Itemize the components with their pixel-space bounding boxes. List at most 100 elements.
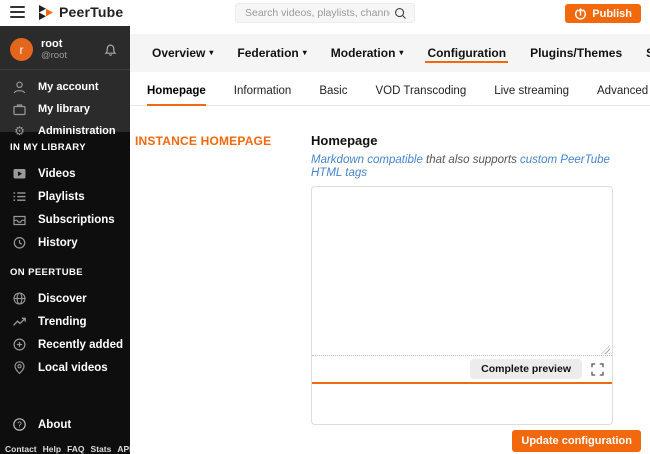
admin-nav: Overview ▾ Federation ▾ Moderation ▾ Con… — [130, 34, 650, 72]
user-icon — [12, 80, 27, 95]
update-configuration-button[interactable]: Update configuration — [512, 430, 641, 452]
divider — [0, 69, 130, 70]
sidebar-item-label: About — [38, 418, 72, 431]
section-title: IN MY LIBRARY — [10, 142, 86, 153]
video-icon — [12, 166, 27, 181]
sidebar-item-label: Local videos — [38, 361, 108, 374]
sidebar-item-playlists[interactable]: Playlists — [0, 185, 130, 208]
nav-label: Plugins/Themes — [530, 46, 623, 60]
search-icon[interactable] — [390, 7, 414, 20]
user-block: r root @root My account My library ⚙ Adm… — [0, 26, 130, 138]
footer-link-faq[interactable]: FAQ — [67, 444, 84, 454]
markdown-preview-pane — [312, 382, 612, 424]
nav-item-configuration[interactable]: Configuration — [425, 43, 509, 63]
section-label: INSTANCE HOMEPAGE — [135, 134, 272, 148]
preview-toolbar: Complete preview — [312, 355, 612, 382]
nav-label: Configuration — [427, 46, 507, 60]
sidebar-item-my-library[interactable]: My library — [10, 98, 120, 120]
nav-item-system[interactable]: System ▾ — [644, 43, 650, 63]
user-name[interactable]: root — [41, 38, 67, 50]
peertube-logo-icon — [38, 4, 53, 20]
markdown-editor: Complete preview — [311, 186, 613, 425]
nav-label: Overview — [152, 46, 206, 60]
sidebar-item-recently-added[interactable]: Recently added — [0, 333, 130, 356]
sidebar-footer-links: Contact Help FAQ Stats API — [5, 444, 130, 454]
nav-item-federation[interactable]: Federation ▾ — [235, 43, 308, 63]
avatar[interactable]: r — [10, 38, 33, 61]
chevron-down-icon: ▾ — [302, 48, 307, 57]
sidebar-item-trending[interactable]: Trending — [0, 310, 130, 333]
sidebar-item-history[interactable]: History — [0, 231, 130, 254]
hint-text: that also supports — [422, 154, 521, 166]
sidebar-item-label: Subscriptions — [38, 213, 115, 226]
nav-label: System — [646, 46, 650, 60]
sidebar-item-discover[interactable]: Discover — [0, 287, 130, 310]
trending-icon — [12, 314, 27, 329]
publish-button[interactable]: Publish — [565, 4, 641, 23]
publish-label: Publish — [592, 7, 632, 20]
maximize-editor-icon[interactable] — [591, 362, 604, 376]
sidebar-item-label: Videos — [38, 167, 76, 180]
sidebar: r root @root My account My library ⚙ Adm… — [0, 26, 130, 454]
sidebar-item-label: Administration — [38, 125, 116, 137]
globe-icon — [12, 291, 27, 306]
gear-icon: ⚙ — [14, 123, 25, 138]
peertube-admin-page: PeerTube Publish r — [0, 0, 650, 454]
library-icon — [12, 102, 27, 117]
question-circle-icon: ? — [12, 417, 27, 432]
footer-link-stats[interactable]: Stats — [91, 444, 112, 454]
tab-homepage[interactable]: Homepage — [147, 85, 206, 106]
markdown-compatible-link[interactable]: Markdown compatible — [311, 154, 423, 166]
subscriptions-icon — [12, 212, 27, 227]
sidebar-item-videos[interactable]: Videos — [0, 162, 130, 185]
tab-live-streaming[interactable]: Live streaming — [494, 85, 569, 105]
search-box — [235, 3, 415, 23]
svg-text:?: ? — [17, 419, 22, 429]
sidebar-item-label: Playlists — [38, 190, 85, 203]
sidebar-section-peertube: ON PEERTUBE Discover Trending Recently a… — [0, 267, 130, 379]
brand-title: PeerTube — [59, 4, 124, 20]
user-handle: @root — [41, 50, 68, 61]
sidebar-item-label: My account — [38, 81, 99, 93]
upload-icon — [574, 7, 587, 20]
brand-link[interactable]: PeerTube — [38, 4, 123, 20]
footer-link-api[interactable]: API — [117, 444, 130, 454]
markdown-hint: Markdown compatible that also supports c… — [311, 154, 613, 180]
nav-item-overview[interactable]: Overview ▾ — [150, 43, 215, 63]
homepage-textarea[interactable] — [312, 187, 612, 355]
search-input[interactable] — [236, 4, 390, 22]
section-title: ON PEERTUBE — [10, 267, 84, 278]
complete-preview-button[interactable]: Complete preview — [470, 359, 582, 379]
sidebar-item-label: Recently added — [38, 338, 123, 351]
sidebar-item-subscriptions[interactable]: Subscriptions — [0, 208, 130, 231]
playlist-icon — [12, 189, 27, 204]
chevron-down-icon: ▾ — [209, 48, 214, 57]
sidebar-item-label: My library — [38, 103, 90, 115]
sidebar-item-my-account[interactable]: My account — [10, 76, 120, 98]
plus-circle-icon — [12, 337, 27, 352]
footer-link-contact[interactable]: Contact — [5, 444, 37, 454]
tab-vod-transcoding[interactable]: VOD Transcoding — [375, 85, 466, 105]
field-label: Homepage — [311, 133, 378, 148]
nav-label: Moderation — [330, 46, 396, 60]
config-tabs: Homepage Information Basic VOD Transcodi… — [130, 85, 650, 106]
map-pin-icon — [12, 360, 27, 375]
sidebar-item-local-videos[interactable]: Local videos — [0, 356, 130, 379]
sidebar-item-administration[interactable]: ⚙ Administration — [10, 120, 120, 142]
footer-link-help[interactable]: Help — [43, 444, 61, 454]
tab-advanced[interactable]: Advanced — [597, 85, 648, 105]
nav-item-moderation[interactable]: Moderation ▾ — [329, 43, 406, 63]
top-header: PeerTube Publish — [0, 0, 650, 26]
homepage-config-form: INSTANCE HOMEPAGE Homepage Markdown comp… — [130, 134, 650, 425]
notifications-bell-icon[interactable] — [103, 42, 118, 57]
tab-basic[interactable]: Basic — [319, 85, 347, 105]
sidebar-item-about[interactable]: ? About — [0, 413, 130, 436]
sidebar-section-library: IN MY LIBRARY Videos Playlists Subscript… — [0, 142, 130, 254]
history-icon — [12, 235, 27, 250]
nav-label: Federation — [237, 46, 299, 60]
menu-toggle-icon[interactable] — [10, 6, 25, 21]
main-content: Overview ▾ Federation ▾ Moderation ▾ Con… — [130, 26, 650, 454]
tab-information[interactable]: Information — [234, 85, 292, 105]
nav-item-plugins-themes[interactable]: Plugins/Themes — [528, 43, 624, 63]
sidebar-item-label: History — [38, 236, 78, 249]
